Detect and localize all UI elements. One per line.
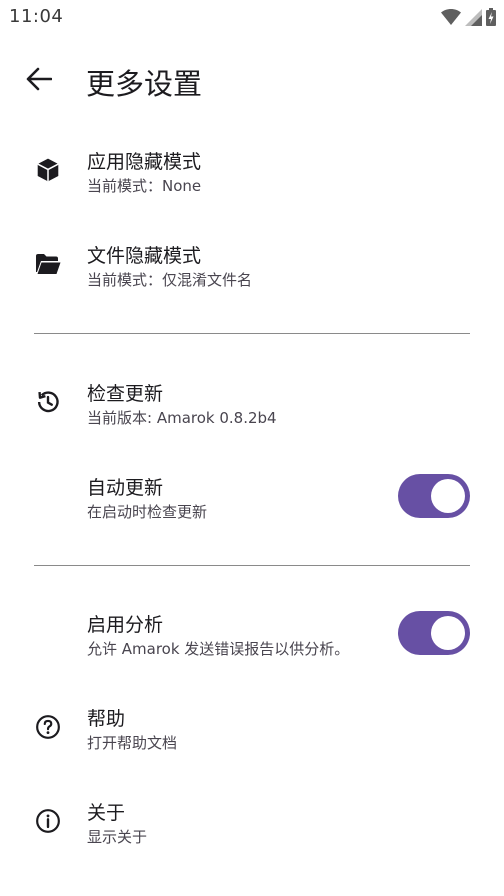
auto-update-switch[interactable] <box>398 474 470 518</box>
pref-summary: 允许 Amarok 发送错误报告以供分析。 <box>87 640 350 658</box>
pref-summary: 当前版本: Amarok 0.8.2b4 <box>87 409 277 427</box>
section-divider <box>34 565 470 566</box>
folder-open-icon <box>33 249 63 279</box>
pref-title: 自动更新 <box>87 477 164 499</box>
pref-title: 文件隐藏模式 <box>87 245 202 267</box>
pref-file-hide-mode[interactable]: 文件隐藏模式 当前模式：仅混淆文件名 <box>0 218 504 312</box>
page-title: 更多设置 <box>86 67 203 101</box>
history-icon <box>33 387 63 417</box>
pref-title: 帮助 <box>87 708 126 730</box>
section-divider <box>34 333 470 334</box>
pref-title: 关于 <box>87 802 126 824</box>
wifi-icon <box>441 9 461 25</box>
analytics-switch[interactable] <box>398 611 470 655</box>
arrow-back-icon <box>26 67 52 91</box>
status-time: 11:04 <box>9 6 64 27</box>
help-circle-icon <box>33 712 63 742</box>
status-bar: 11:04 <box>0 0 504 34</box>
pref-app-hide-mode[interactable]: 应用隐藏模式 当前模式：None <box>0 124 504 218</box>
pref-about[interactable]: 关于 显示关于 <box>0 775 504 869</box>
battery-charging-icon <box>486 8 496 26</box>
info-circle-icon <box>33 806 63 836</box>
pref-enable-analytics[interactable]: 启用分析 允许 Amarok 发送错误报告以供分析。 <box>0 587 504 681</box>
pref-summary: 显示关于 <box>87 828 148 846</box>
pref-summary: 在启动时检查更新 <box>87 503 208 521</box>
pref-help[interactable]: 帮助 打开帮助文档 <box>0 681 504 775</box>
pref-summary: 当前模式：仅混淆文件名 <box>87 271 253 289</box>
pref-title: 应用隐藏模式 <box>87 151 202 173</box>
cellular-signal-icon <box>465 8 482 26</box>
pref-summary: 打开帮助文档 <box>87 734 178 752</box>
switch-thumb <box>431 616 465 650</box>
pref-check-update[interactable]: 检查更新 当前版本: Amarok 0.8.2b4 <box>0 356 504 450</box>
status-icons <box>441 8 496 26</box>
switch-thumb <box>431 479 465 513</box>
pref-title: 检查更新 <box>87 383 164 405</box>
app-bar: 更多设置 <box>0 44 504 114</box>
cube-icon <box>33 155 63 185</box>
back-button[interactable] <box>18 58 60 100</box>
pref-title: 启用分析 <box>87 614 164 636</box>
pref-auto-update[interactable]: 自动更新 在启动时检查更新 <box>0 450 504 544</box>
pref-summary: 当前模式：None <box>87 177 202 195</box>
